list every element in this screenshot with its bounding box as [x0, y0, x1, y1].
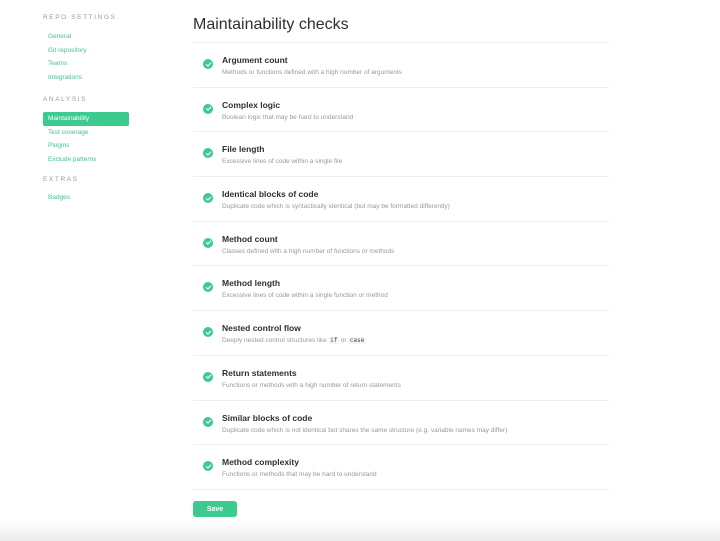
sidebar-item-git-repository[interactable]: Git repository	[43, 44, 133, 58]
sidebar-item-exclude-patterns[interactable]: Exclude patterns	[43, 153, 133, 167]
check-description: Boolean logic that may be hard to unders…	[222, 113, 354, 121]
check-icon[interactable]	[203, 416, 213, 427]
sidebar-section-repo-settings: REPO SETTINGS General Git repository Tea…	[43, 14, 133, 84]
section-heading: EXTRAS	[43, 176, 79, 183]
check-row-identical-blocks[interactable]: Identical blocks of code Duplicate code …	[193, 177, 609, 222]
check-row-method-complexity[interactable]: Method complexity Functions or methods t…	[193, 445, 609, 490]
check-description: Deeply nested control structures like if…	[222, 337, 366, 345]
checks-list: Argument count Methods or functions defi…	[193, 42, 609, 490]
check-row-nested-control-flow[interactable]: Nested control flow Deeply nested contro…	[193, 311, 609, 356]
nav-list: Maintainability Test coverage Plugins Ex…	[43, 112, 133, 166]
check-icon[interactable]	[203, 59, 213, 69]
check-title: Similar blocks of code	[222, 412, 313, 423]
check-row-method-count[interactable]: Method count Classes defined with a high…	[193, 222, 609, 267]
sidebar-item-plugins[interactable]: Plugins	[43, 139, 133, 153]
sidebar: REPO SETTINGS General Git repository Tea…	[43, 14, 133, 215]
check-row-argument-count[interactable]: Argument count Methods or functions defi…	[193, 43, 609, 88]
check-title: Method length	[222, 278, 281, 289]
check-description: Excessive lines of code within a single …	[222, 158, 343, 166]
sidebar-item-teams[interactable]: Teams	[43, 57, 133, 71]
check-row-complex-logic[interactable]: Complex logic Boolean logic that may be …	[193, 88, 609, 133]
check-description: Excessive lines of code within a single …	[222, 292, 388, 300]
check-description: Functions or methods with a high number …	[222, 381, 401, 389]
description-join: or	[340, 337, 347, 345]
check-icon[interactable]	[203, 193, 213, 204]
check-title: Nested control flow	[222, 323, 301, 334]
check-description: Methods or functions defined with a high…	[222, 69, 402, 76]
sidebar-item-general[interactable]: General	[43, 30, 133, 44]
check-title: Complex logic	[222, 99, 281, 110]
check-icon[interactable]	[203, 371, 213, 382]
section-heading: REPO SETTINGS	[43, 14, 117, 21]
nav-list: Badges	[43, 191, 133, 205]
bottom-fade	[0, 521, 720, 541]
page-title: Maintainability checks	[193, 16, 349, 33]
check-icon[interactable]	[203, 282, 213, 293]
check-icon[interactable]	[203, 103, 213, 114]
sidebar-item-maintainability[interactable]: Maintainability	[43, 112, 129, 126]
sidebar-item-badges[interactable]: Badges	[43, 191, 133, 205]
check-title: File length	[222, 144, 265, 155]
check-row-method-length[interactable]: Method length Excessive lines of code wi…	[193, 266, 609, 312]
check-icon[interactable]	[203, 461, 213, 472]
check-title: Identical blocks of code	[222, 189, 319, 200]
check-description: Duplicate code which is syntactically id…	[222, 203, 450, 211]
check-row-return-statements[interactable]: Return statements Functions or methods w…	[193, 356, 609, 401]
check-title: Method complexity	[222, 457, 299, 468]
section-heading: ANALYSIS	[43, 96, 88, 103]
check-title: Method count	[222, 233, 278, 244]
check-icon[interactable]	[203, 237, 213, 248]
sidebar-item-integrations[interactable]: Integrations	[43, 71, 133, 85]
check-row-similar-blocks[interactable]: Similar blocks of code Duplicate code wh…	[193, 401, 609, 446]
sidebar-section-extras: EXTRAS Badges	[43, 176, 133, 205]
save-button[interactable]: Save	[193, 501, 237, 517]
check-row-file-length[interactable]: File length Excessive lines of code with…	[193, 132, 609, 178]
check-description: Classes defined with a high number of fu…	[222, 247, 395, 255]
code-case: case	[348, 337, 366, 345]
check-description: Functions or methods that may be hard to…	[222, 471, 377, 479]
check-icon[interactable]	[203, 327, 213, 338]
settings-page: REPO SETTINGS General Git repository Tea…	[0, 0, 720, 541]
code-if: if	[328, 337, 339, 345]
check-description: Duplicate code which is not identical bu…	[222, 426, 508, 434]
nav-list: General Git repository Teams Integration…	[43, 30, 133, 84]
description-text: Deeply nested control structures like	[222, 337, 327, 345]
sidebar-section-analysis: ANALYSIS Maintainability Test coverage P…	[43, 96, 133, 166]
check-icon[interactable]	[203, 148, 213, 159]
sidebar-item-test-coverage[interactable]: Test coverage	[43, 126, 133, 140]
check-title: Argument count	[222, 55, 288, 65]
check-title: Return statements	[222, 367, 297, 378]
main-content: Maintainability checks Argument count Me…	[193, 15, 609, 517]
